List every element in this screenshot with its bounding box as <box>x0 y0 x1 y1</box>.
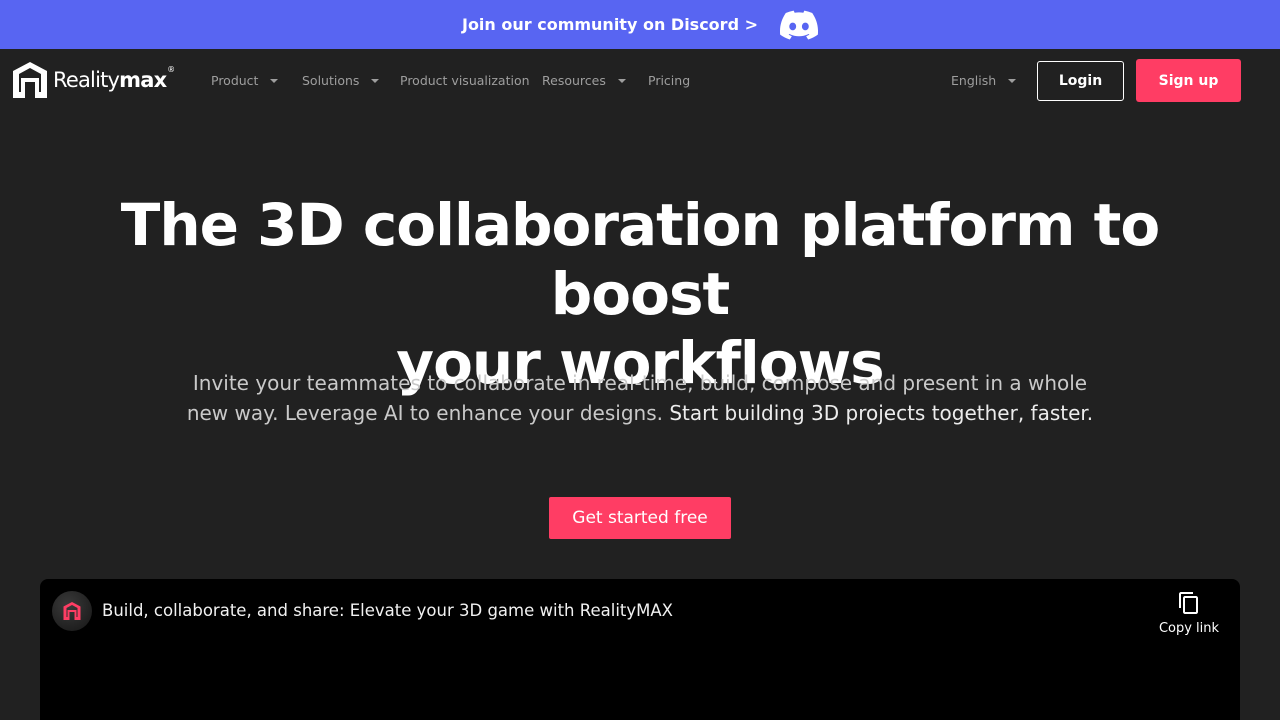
nav-pricing-label: Pricing <box>648 73 691 88</box>
language-selector[interactable]: English <box>951 73 1017 88</box>
nav-product-label: Product <box>211 73 259 88</box>
hero-subtitle: Invite your teammates to collaborate in … <box>180 368 1100 428</box>
copy-icon <box>1179 592 1198 614</box>
nav-solutions-label: Solutions <box>302 73 360 88</box>
language-label: English <box>951 73 997 88</box>
discord-banner-link[interactable]: Join our community on Discord > <box>462 15 758 34</box>
realitymax-logo-icon <box>63 602 81 620</box>
caret-down-icon <box>270 78 279 83</box>
nav-pricing[interactable]: Pricing <box>648 73 690 88</box>
nav-product[interactable]: Product <box>211 73 279 88</box>
logo-wordmark: Realitymax ® <box>53 65 175 92</box>
nav-solutions[interactable]: Solutions <box>302 73 380 88</box>
top-nav: Realitymax ® Product Solutions Product vi… <box>0 49 1280 113</box>
video-title[interactable]: Build, collaborate, and share: Elevate y… <box>102 601 673 620</box>
copy-link-button[interactable]: Copy link <box>1152 591 1226 636</box>
hero-title-line-1: The 3D collaboration platform to boost <box>120 191 1160 328</box>
hero-subtitle-strong: Start building 3D projects together, fas… <box>669 401 1094 425</box>
get-started-button[interactable]: Get started free <box>549 497 731 539</box>
realitymax-logo-icon <box>13 62 47 98</box>
discord-banner[interactable]: Join our community on Discord > <box>0 0 1280 49</box>
channel-avatar[interactable] <box>52 591 92 631</box>
caret-down-icon <box>617 78 626 83</box>
caret-down-icon <box>371 78 380 83</box>
video-player[interactable]: Build, collaborate, and share: Elevate y… <box>40 579 1240 720</box>
caret-down-icon <box>1008 78 1017 83</box>
hero-title: The 3D collaboration platform to boost y… <box>40 191 1240 398</box>
nav-product-visualization-label: Product visualization <box>400 73 530 88</box>
discord-icon <box>780 10 818 39</box>
realitymax-logo[interactable]: Realitymax ® <box>13 62 175 98</box>
nav-product-visualization[interactable]: Product visualization <box>400 73 530 88</box>
signup-button[interactable]: Sign up <box>1136 59 1241 102</box>
login-button[interactable]: Login <box>1037 61 1124 101</box>
copy-link-label: Copy link <box>1158 621 1220 636</box>
nav-resources[interactable]: Resources <box>542 73 626 88</box>
nav-resources-label: Resources <box>542 73 606 88</box>
